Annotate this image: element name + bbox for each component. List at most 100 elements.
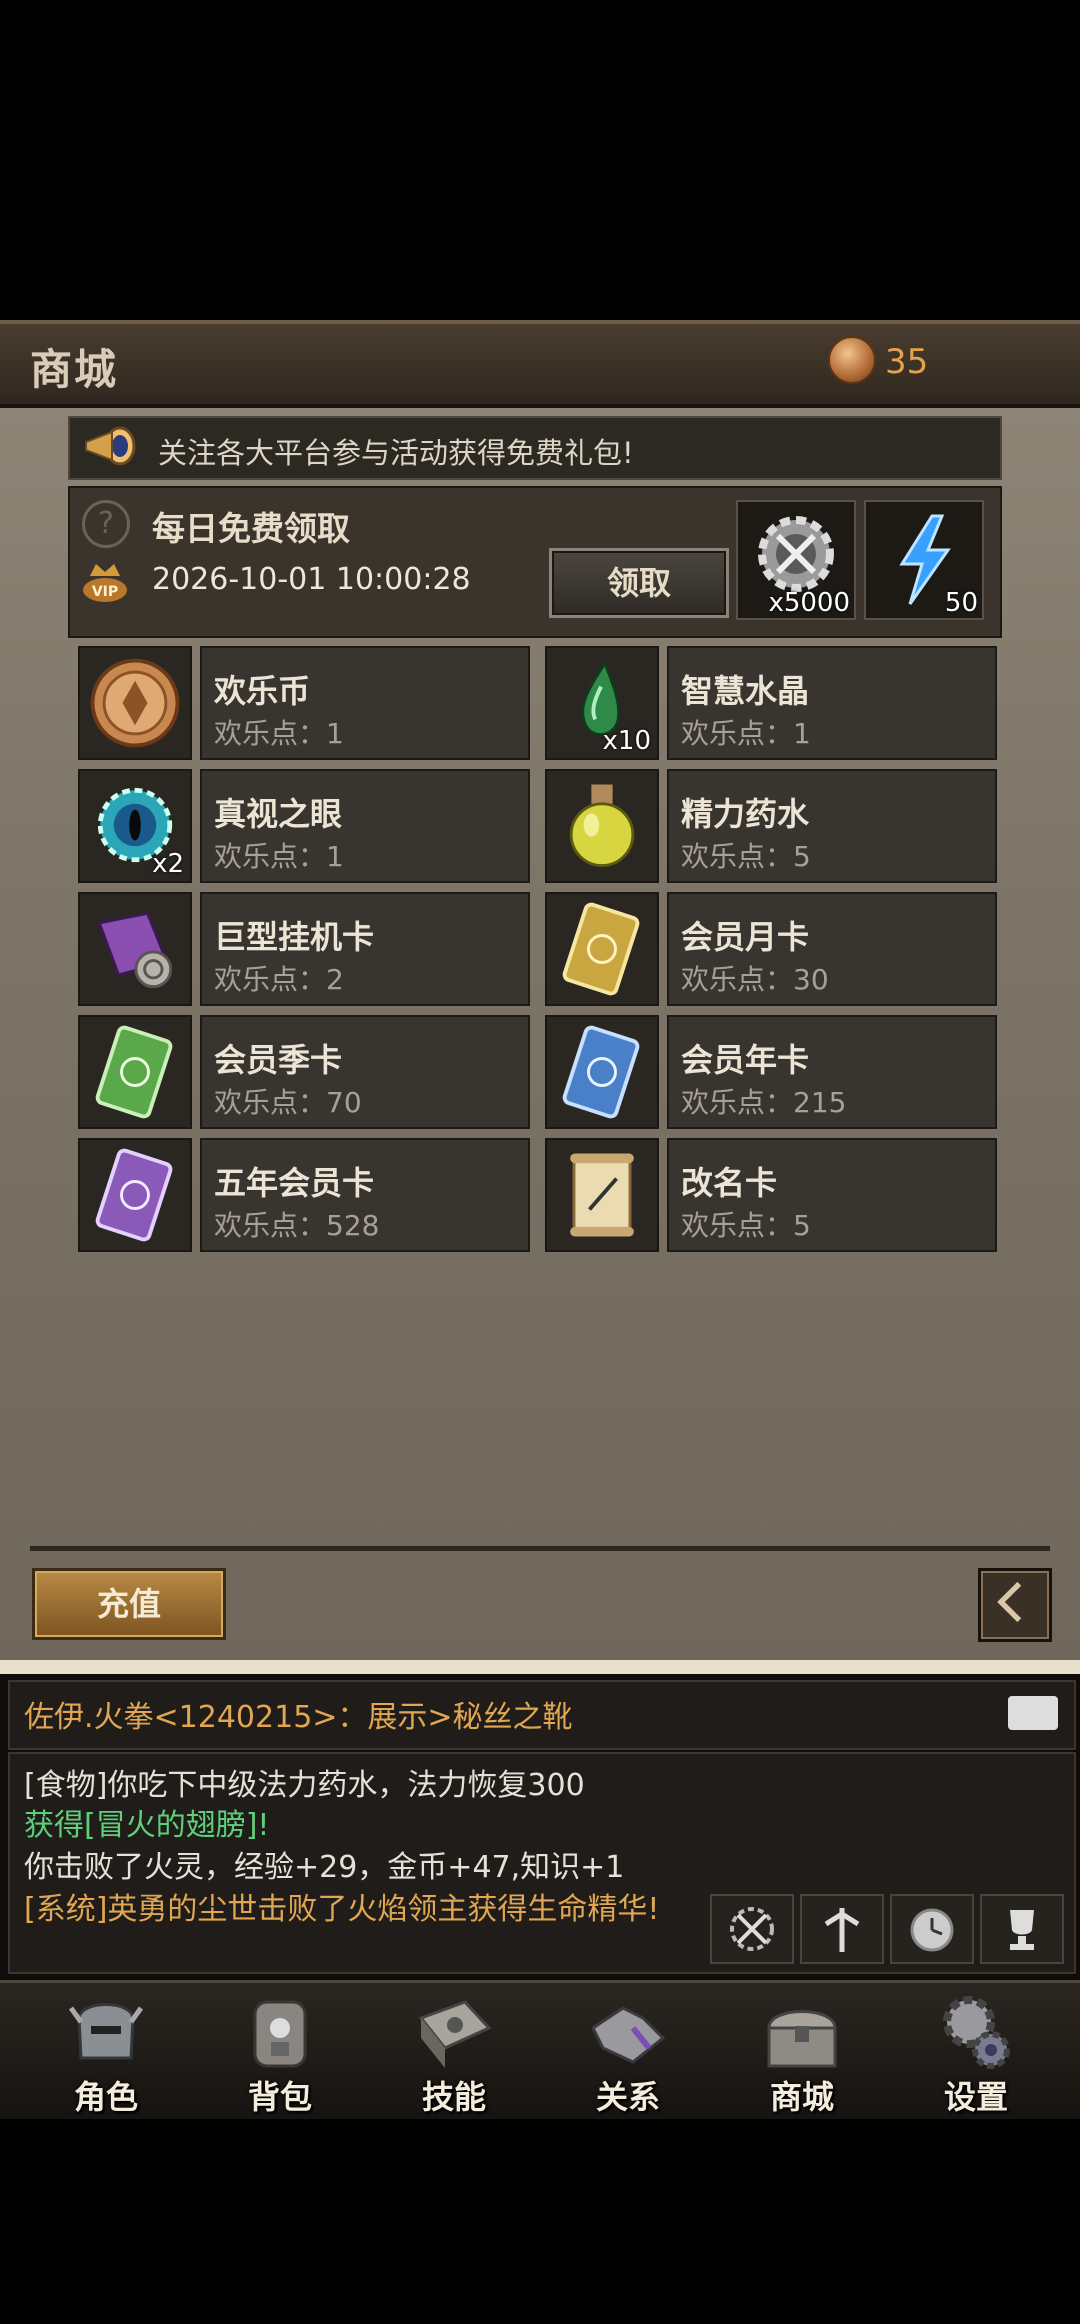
item-name: 会员月卡 xyxy=(681,918,810,956)
item-info: 真视之眼 欢乐点：1 xyxy=(200,769,530,883)
item-icon-slot xyxy=(78,1138,192,1252)
gold-card-icon xyxy=(562,902,640,996)
chat-input-button[interactable] xyxy=(1008,1696,1058,1730)
currency-value: 35 xyxy=(885,342,929,382)
item-icon-slot xyxy=(545,1138,659,1252)
quick-battle-button[interactable] xyxy=(710,1894,794,1964)
item-price: 欢乐点：70 xyxy=(214,1086,362,1119)
item-icon-slot xyxy=(78,646,192,760)
vip-crown-icon: VIP xyxy=(83,564,127,602)
shop-item-true-sight-eye[interactable]: x2 真视之眼 欢乐点：1 xyxy=(78,769,530,883)
item-qty: x10 xyxy=(602,726,651,756)
item-info: 智慧水晶 欢乐点：1 xyxy=(667,646,997,760)
item-price: 欢乐点：215 xyxy=(681,1086,847,1119)
backpack-icon xyxy=(253,2000,307,2068)
coin-icon xyxy=(90,658,180,748)
chat-line: [食物]你吃下中级法力药水，法力恢复300 xyxy=(24,1768,585,1803)
item-name: 巨型挂机卡 xyxy=(214,918,375,956)
item-name: 五年会员卡 xyxy=(214,1164,375,1202)
item-info: 欢乐币 欢乐点：1 xyxy=(200,646,530,760)
helmet-icon xyxy=(68,2003,144,2060)
daily-title: 每日免费领取 xyxy=(152,509,350,548)
reward-slot[interactable]: 50 xyxy=(864,500,984,620)
item-icon-slot xyxy=(78,892,192,1006)
nav-label: 角色 xyxy=(73,2078,138,2116)
divider xyxy=(30,1546,1050,1551)
shop-item-quarterly-card[interactable]: 会员季卡 欢乐点：70 xyxy=(78,1015,530,1129)
shop-item-annual-card[interactable]: 会员年卡 欢乐点：215 xyxy=(545,1015,997,1129)
crossed-swords-icon xyxy=(730,1907,774,1951)
shop-item-happy-coin[interactable]: 欢乐币 欢乐点：1 xyxy=(78,646,530,760)
item-price: 欢乐点：1 xyxy=(681,717,811,750)
help-icon[interactable]: ? xyxy=(82,500,130,548)
item-price: 欢乐点：1 xyxy=(214,840,344,873)
item-info: 精力药水 欢乐点：5 xyxy=(667,769,997,883)
shop-item-energy-potion[interactable]: 精力药水 欢乐点：5 xyxy=(545,769,997,883)
chat-line: 获得[冒火的翅膀]! xyxy=(24,1808,270,1843)
quick-trophy-button[interactable] xyxy=(980,1894,1064,1964)
nav-label: 关系 xyxy=(595,2078,660,2116)
item-name: 会员年卡 xyxy=(681,1041,810,1079)
item-icon-slot xyxy=(545,769,659,883)
item-price: 欢乐点：2 xyxy=(214,963,344,996)
nav-label: 设置 xyxy=(943,2078,1008,2116)
notice-text: 关注各大平台参与活动获得免费礼包! xyxy=(158,436,634,470)
quick-clock-button[interactable] xyxy=(890,1894,974,1964)
item-name: 真视之眼 xyxy=(214,795,343,833)
nav-item-skills[interactable]: 技能 xyxy=(384,1984,524,2116)
green-card-icon xyxy=(95,1025,173,1119)
item-name: 欢乐币 xyxy=(214,672,311,710)
chat-top-message: 佐伊.火拳<1240215>：展示>秘丝之靴 xyxy=(24,1700,573,1735)
trophy-icon xyxy=(1010,1910,1034,1950)
nav-item-character[interactable]: 角色 xyxy=(36,1984,176,2116)
scroll-icon xyxy=(97,911,173,989)
shop-item-wisdom-crystal[interactable]: x10 智慧水晶 欢乐点：1 xyxy=(545,646,997,760)
item-price: 欢乐点：5 xyxy=(681,840,811,873)
nav-item-shop[interactable]: 商城 xyxy=(732,1984,872,2116)
reward-qty: x5000 xyxy=(768,588,850,618)
item-icon-slot xyxy=(78,1015,192,1129)
svg-text:VIP: VIP xyxy=(92,584,118,600)
potion-icon xyxy=(569,784,635,868)
coin-icon xyxy=(828,336,876,384)
item-name: 精力药水 xyxy=(681,795,810,833)
chat-channel-strip[interactable] xyxy=(0,1660,1080,1674)
reward-qty: 50 xyxy=(944,588,978,618)
item-name: 智慧水晶 xyxy=(681,672,810,710)
item-price: 欢乐点：5 xyxy=(681,1209,811,1242)
nav-item-backpack[interactable]: 背包 xyxy=(210,1984,350,2116)
shop-item-giant-idle-card[interactable]: 巨型挂机卡 欢乐点：2 xyxy=(78,892,530,1006)
item-icon-slot xyxy=(545,1015,659,1129)
shop-item-five-year-card[interactable]: 五年会员卡 欢乐点：528 xyxy=(78,1138,530,1252)
item-name: 会员季卡 xyxy=(214,1041,343,1079)
chat-line: [系统]英勇的尘世击败了火焰领主获得生命精华! xyxy=(24,1892,660,1927)
nav-item-relations[interactable]: 关系 xyxy=(558,1984,698,2116)
claim-button[interactable]: 领取 xyxy=(549,548,729,618)
item-info: 会员季卡 欢乐点：70 xyxy=(200,1015,530,1129)
nav-item-settings[interactable]: 设置 xyxy=(906,1984,1046,2116)
item-info: 会员年卡 欢乐点：215 xyxy=(667,1015,997,1129)
nav-label: 背包 xyxy=(247,2078,312,2116)
item-qty: x2 xyxy=(152,849,184,879)
chevron-left-icon xyxy=(997,1581,1022,1623)
item-info: 改名卡 欢乐点：5 xyxy=(667,1138,997,1252)
gear-icon xyxy=(943,1996,1010,2069)
item-price: 欢乐点：30 xyxy=(681,963,829,996)
quick-map-button[interactable] xyxy=(800,1894,884,1964)
recharge-button[interactable]: 充值 xyxy=(32,1568,226,1640)
shop-item-rename-card[interactable]: 改名卡 欢乐点：5 xyxy=(545,1138,997,1252)
item-icon-slot: x10 xyxy=(545,646,659,760)
item-icon-slot xyxy=(545,892,659,1006)
nav-label: 商城 xyxy=(769,2078,834,2116)
back-button[interactable] xyxy=(978,1568,1052,1642)
chat-line: 你击败了火灵，经验+29，金币+47,知识+1 xyxy=(24,1850,625,1885)
item-price: 欢乐点：1 xyxy=(214,717,344,750)
shop-item-monthly-card[interactable]: 会员月卡 欢乐点：30 xyxy=(545,892,997,1006)
handshake-icon xyxy=(591,2006,666,2064)
purple-card-icon xyxy=(95,1148,173,1242)
page-title: 商城 xyxy=(30,345,119,394)
item-name: 改名卡 xyxy=(681,1164,778,1202)
signpost-icon xyxy=(824,1908,860,1952)
reward-slot[interactable]: x5000 xyxy=(736,500,856,620)
item-icon-slot: x2 xyxy=(78,769,192,883)
